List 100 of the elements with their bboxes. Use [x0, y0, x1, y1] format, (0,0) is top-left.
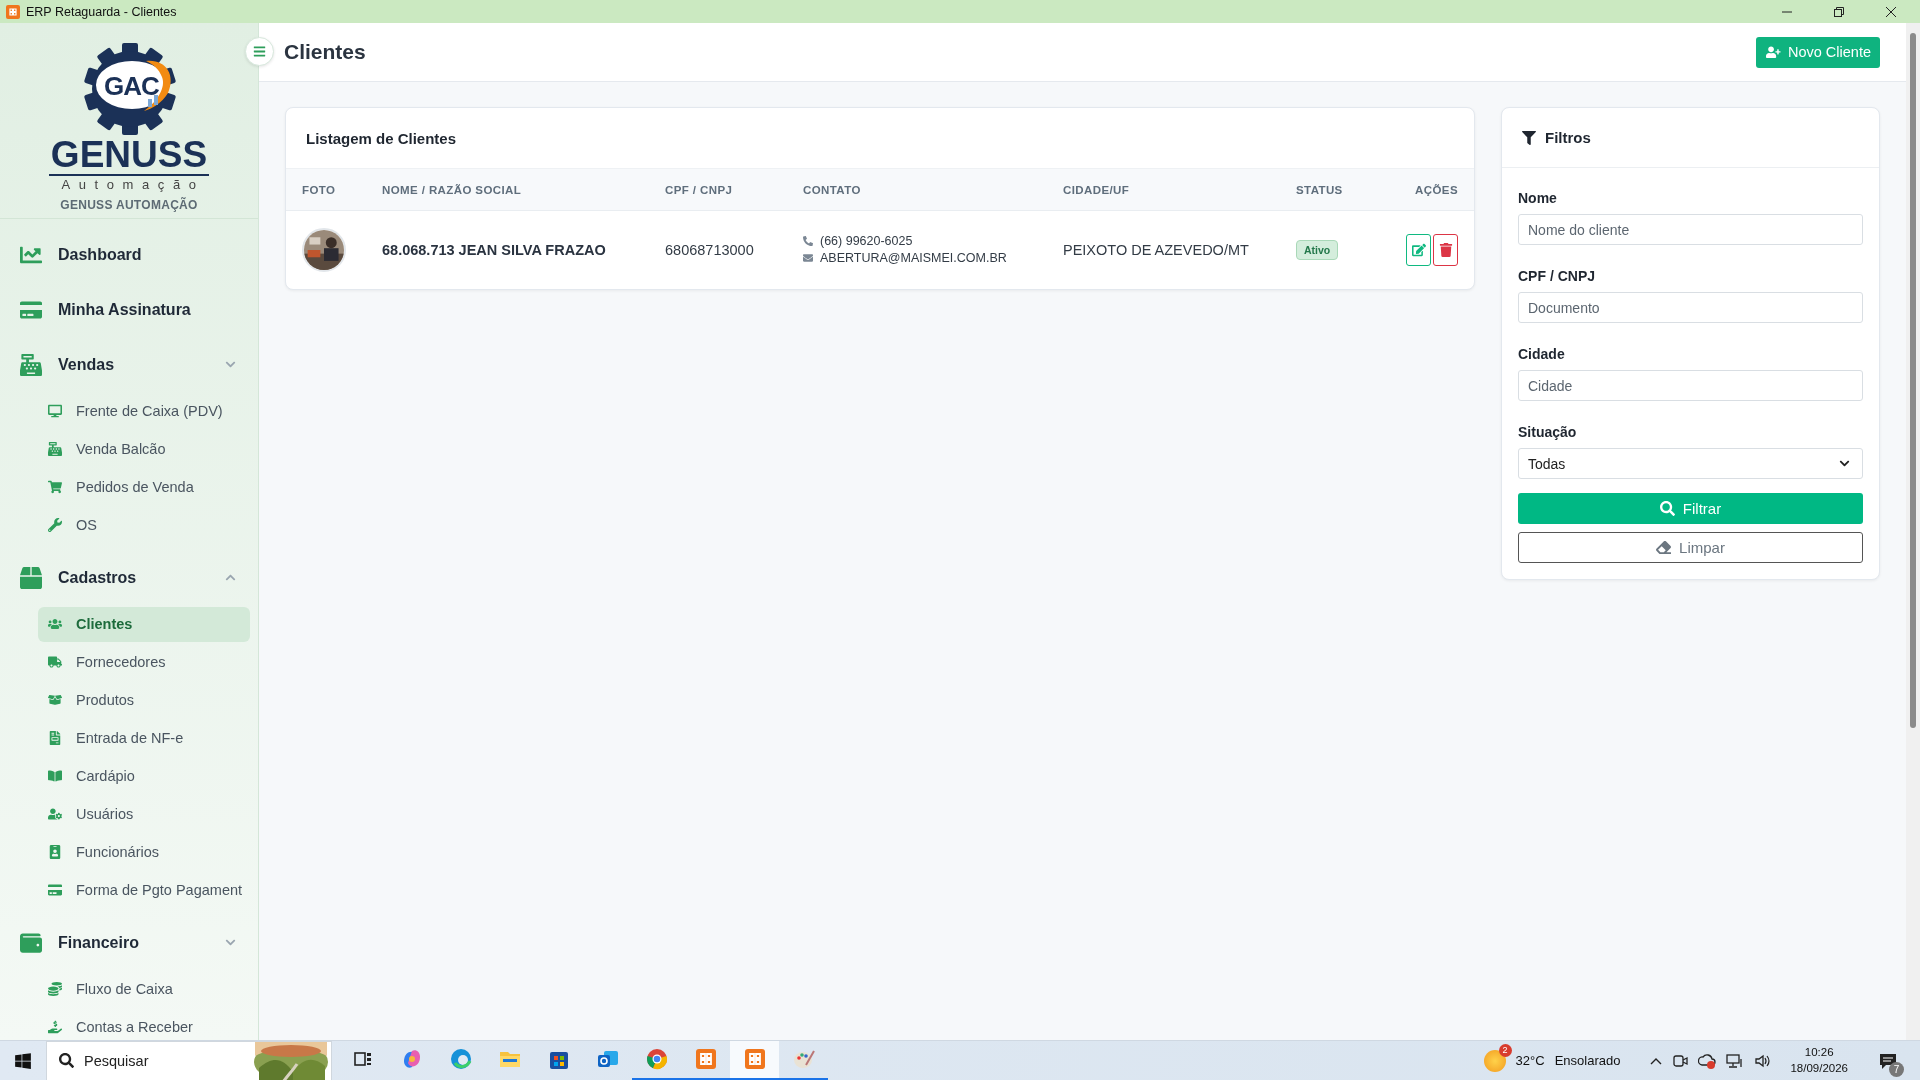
menu-item[interactable]: Cadastros [20, 550, 250, 605]
wrench-icon [48, 518, 64, 532]
app-icon[interactable] [730, 1040, 779, 1080]
submenu-label: Entrada de NF-e [76, 730, 184, 746]
chevron-up-icon [225, 572, 236, 583]
submenu-item[interactable]: Frente de Caixa (PDV) [38, 393, 250, 429]
submenu-label: Produtos [76, 692, 135, 708]
submenu-label: Contas a Receber [76, 1019, 193, 1035]
app-icon [6, 4, 20, 19]
menu-item[interactable]: Minha Assinatura [20, 282, 250, 337]
submenu-item[interactable]: Venda Balcão [38, 431, 250, 467]
clock[interactable]: 10:26 18/09/2026 [1790, 1045, 1848, 1076]
weather-text: Ensolarado [1554, 1053, 1621, 1068]
clear-button[interactable]: Limpar [1518, 532, 1863, 563]
search-box[interactable]: Pesquisar [46, 1040, 332, 1080]
menu-item[interactable]: Dashboard [20, 227, 250, 282]
submenu-item[interactable]: Fornecedores [38, 644, 250, 680]
card-title: Listagem de Clientes [306, 129, 457, 147]
submenu-label: Clientes [76, 616, 133, 632]
input-field[interactable]: Documento [1518, 292, 1863, 323]
card-icon [48, 883, 64, 897]
submenu-label: Pedidos de Venda [76, 479, 194, 495]
select-field[interactable]: Todas [1518, 448, 1863, 479]
clock-date: 18/09/2026 [1790, 1060, 1848, 1076]
speaker-icon[interactable] [1754, 1052, 1773, 1069]
clock-time: 10:26 [1804, 1045, 1834, 1060]
submenu-label: Forma de Pgto Pagament [76, 882, 243, 898]
page-title: Clientes [284, 40, 367, 64]
column-header: CPF / CNPJ [665, 168, 803, 211]
client-name: 68.068.713 JEAN SILVA FRAZAO [382, 241, 606, 258]
submenu-item[interactable]: OS [38, 507, 250, 543]
truck-icon [48, 655, 64, 669]
cash-register-icon [48, 442, 64, 456]
column-header: CIDADE/UF [1063, 168, 1296, 211]
submenu-item[interactable]: Cardápio [38, 758, 250, 794]
scrollbar[interactable] [1906, 23, 1920, 1040]
menu-label: Minha Assinatura [58, 300, 192, 319]
submenu-label: OS [76, 517, 97, 533]
temperature-text: 32°C [1515, 1053, 1545, 1068]
submenu-item[interactable]: Clientes [38, 606, 250, 642]
submenu-label: Usuários [76, 806, 134, 822]
submenu-item[interactable]: Usuários [38, 796, 250, 832]
cash-register-icon [20, 353, 44, 376]
submenu-item[interactable]: Contas a Receber [38, 1009, 250, 1040]
cloud-error-icon[interactable] [1698, 1052, 1717, 1069]
submenu-item[interactable]: Funcionários [38, 834, 250, 870]
monitor-icon [48, 404, 64, 418]
filter-icon [1522, 130, 1536, 145]
hand-coin-icon [48, 1020, 64, 1034]
status-badge: Ativo [1296, 239, 1339, 260]
search-icon [59, 1053, 74, 1068]
card-title: Filtros [1545, 129, 1591, 146]
users-icon [48, 617, 64, 631]
chevron-up-icon[interactable] [1650, 1056, 1663, 1065]
column-header: FOTO [286, 168, 382, 211]
submenu-label: Fornecedores [76, 654, 166, 670]
chevron-down-icon [225, 937, 236, 948]
menu-label: Financeiro [58, 933, 140, 952]
menu-label: Vendas [58, 355, 116, 374]
submenu-item[interactable]: Pedidos de Venda [38, 469, 250, 505]
eraser-icon [1656, 540, 1672, 555]
windows-logo-icon [14, 1051, 32, 1070]
edit-button[interactable] [1406, 233, 1431, 266]
search-input[interactable]: Pesquisar [84, 1052, 224, 1069]
field-label: Situação [1518, 424, 1578, 440]
trash-icon [1438, 242, 1453, 257]
column-header: AÇÕES [1406, 168, 1474, 211]
submenu-item[interactable]: Entrada de NF-e [38, 720, 250, 756]
email-text: ABERTURA@MAISMEI.COM.BR [820, 251, 1007, 266]
submenu-item[interactable]: Fluxo de Caixa [38, 971, 250, 1007]
delete-button[interactable] [1433, 233, 1458, 266]
menu-label: Dashboard [58, 245, 143, 264]
menu-icon [253, 45, 266, 58]
submenu-label: Fluxo de Caixa [76, 981, 173, 997]
column-header: CONTATO [803, 168, 1063, 211]
edit-icon [1411, 242, 1426, 257]
user-plus-icon [1766, 44, 1781, 60]
column-header: NOME / RAZÃO SOCIAL [382, 168, 665, 211]
submenu-item[interactable]: Produtos [38, 682, 250, 718]
weather-badge: 2 [1498, 1043, 1512, 1057]
input-field[interactable]: Cidade [1518, 370, 1863, 401]
column-header: STATUS [1296, 168, 1406, 211]
notifications-button[interactable]: 7 [1872, 1044, 1904, 1077]
logo-tagline: Automação [60, 177, 205, 192]
menu-item[interactable]: Financeiro [20, 915, 250, 970]
notification-count: 7 [1889, 1061, 1904, 1077]
submenu-item[interactable]: Forma de Pgto Pagament [38, 872, 250, 908]
network-icon[interactable] [1726, 1052, 1745, 1069]
submenu-label: Frente de Caixa (PDV) [76, 403, 223, 419]
menu-item[interactable]: Vendas [20, 337, 250, 392]
input-field[interactable]: Nome do cliente [1518, 214, 1863, 245]
wallet-icon [20, 931, 44, 954]
window-title: ERP Retaguarda - Clientes [26, 4, 178, 19]
brand-name: GENUSS AUTOMAÇÃO [60, 198, 198, 212]
cart-icon [48, 480, 64, 494]
camera-icon[interactable] [1672, 1052, 1689, 1069]
chevron-down-icon [1839, 458, 1850, 469]
open-box-icon [48, 693, 64, 707]
box-icon [20, 566, 44, 589]
field-label: CPF / CNPJ [1518, 268, 1596, 284]
